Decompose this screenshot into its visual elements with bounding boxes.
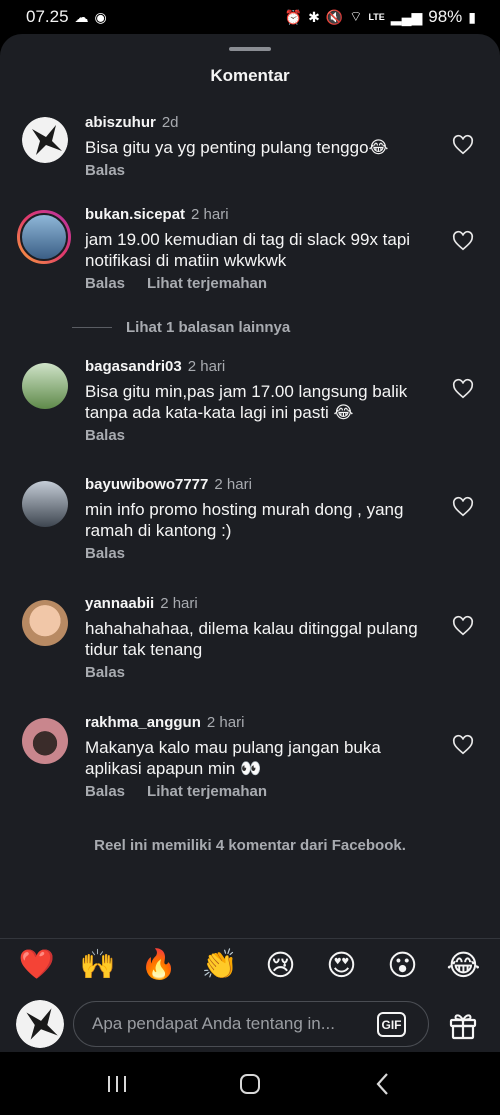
comment-text: Bisa gitu min,pas jam 17.00 langsung bal…	[85, 382, 408, 422]
recent-apps-icon	[107, 1075, 126, 1092]
facebook-comments-note: Reel ini memiliki 4 komentar dari Facebo…	[94, 837, 406, 854]
avatar[interactable]	[22, 363, 68, 409]
home-icon	[239, 1073, 260, 1094]
notification-app-icon: ◉	[94, 8, 107, 25]
comment-time: 2 hari	[206, 714, 245, 731]
username[interactable]: bayuwibowo7777	[85, 476, 208, 493]
emoji-heart-eyes[interactable]: 😍	[320, 948, 364, 983]
recent-apps-button[interactable]	[97, 1064, 137, 1104]
emoji-crying[interactable]: 😢	[259, 948, 303, 983]
username[interactable]: yannaabii	[85, 595, 154, 612]
emoji-fire[interactable]: 🔥	[137, 948, 181, 983]
system-navigation-bar	[0, 1052, 500, 1115]
reply-button[interactable]: Balas	[85, 545, 125, 562]
reply-button[interactable]: Balas	[85, 664, 125, 681]
avatar[interactable]	[22, 117, 68, 163]
battery-icon: ▮	[468, 8, 476, 25]
emoji-heart[interactable]: ❤️	[15, 948, 59, 983]
username[interactable]: bagasandri03	[85, 358, 182, 375]
see-translation-link[interactable]: Lihat terjemahan	[147, 275, 267, 292]
reply-button[interactable]: Balas	[85, 275, 125, 292]
heart-icon[interactable]	[452, 734, 474, 756]
avatar[interactable]	[22, 481, 68, 527]
heart-icon[interactable]	[452, 378, 474, 400]
view-more-replies[interactable]: Lihat 1 balasan lainnya	[72, 319, 290, 336]
emoji-surprised[interactable]: 😮	[381, 948, 425, 983]
quick-emoji-bar: ❤️ 🙌 🔥 👏 😢 😍 😮 😂	[0, 948, 500, 983]
heart-icon[interactable]	[452, 615, 474, 637]
status-time: 07.25	[26, 7, 69, 26]
bluetooth-icon: ✱	[308, 8, 320, 25]
comment-time: 2 hari	[191, 206, 229, 223]
emoji-laughing[interactable]: 😂	[442, 948, 486, 983]
comment-text: Bisa gitu ya yg penting pulang tenggo😂	[85, 138, 389, 157]
mute-icon: 🔇	[325, 8, 344, 25]
drag-handle[interactable]	[229, 47, 271, 51]
avatar[interactable]	[22, 718, 68, 764]
reply-button[interactable]: Balas	[85, 783, 125, 800]
comment-time: 2 hari	[160, 595, 198, 612]
back-button[interactable]	[363, 1064, 403, 1104]
username[interactable]: bukan.sicepat	[85, 206, 185, 223]
comment-time: 2 hari	[214, 476, 252, 493]
comment-composer: GIF	[0, 1000, 500, 1050]
gift-icon[interactable]	[447, 1009, 479, 1041]
emoji-clapping[interactable]: 👏	[198, 948, 242, 983]
comment-text: hahahahahaa, dilema kalau ditinggal pula…	[85, 619, 418, 659]
cloud-icon: ☁	[74, 8, 89, 25]
username[interactable]: rakhma_anggun	[85, 714, 201, 731]
comment-time: 2 hari	[187, 358, 226, 375]
reply-button[interactable]: Balas	[85, 427, 125, 444]
comments-sheet: Komentar abiszuhur 2d Bisa gitu ya yg pen…	[0, 34, 500, 1052]
back-icon	[376, 1072, 389, 1095]
heart-icon[interactable]	[452, 134, 474, 156]
sheet-title: Komentar	[210, 66, 290, 85]
avatar-story-ring[interactable]	[17, 210, 71, 264]
alarm-icon: ⏰	[284, 8, 303, 25]
comment-input[interactable]	[92, 1014, 372, 1034]
heart-icon[interactable]	[452, 230, 474, 252]
comment-text: jam 19.00 kemudian di tag di slack 99x t…	[85, 230, 411, 270]
lte-icon: LTE	[368, 12, 385, 22]
comment-time: 2d	[161, 114, 179, 131]
status-bar: 07.25 ☁ ◉ ⏰ ✱ 🔇 ⌔ LTE ▂▄▆ 98% ▮	[0, 0, 500, 34]
avatar[interactable]	[22, 600, 68, 646]
comment-input-container: GIF	[73, 1001, 429, 1047]
signal-icon: ▂▄▆	[390, 8, 423, 25]
battery-percent: 98%	[428, 7, 463, 26]
reply-button[interactable]: Balas	[85, 162, 125, 179]
gif-button[interactable]: GIF	[377, 1012, 406, 1037]
home-button[interactable]	[230, 1064, 270, 1104]
emoji-raising-hands[interactable]: 🙌	[76, 948, 120, 983]
wifi-icon: ⌔	[349, 8, 363, 24]
divider-line	[72, 327, 112, 328]
see-translation-link[interactable]: Lihat terjemahan	[147, 783, 267, 800]
heart-icon[interactable]	[452, 496, 474, 518]
comment-text: Makanya kalo mau pulang jangan buka apli…	[85, 738, 381, 778]
comment-text: min info promo hosting murah dong , yang…	[85, 500, 404, 540]
divider	[0, 938, 500, 939]
my-avatar	[16, 1000, 64, 1048]
username[interactable]: abiszuhur	[85, 114, 156, 131]
